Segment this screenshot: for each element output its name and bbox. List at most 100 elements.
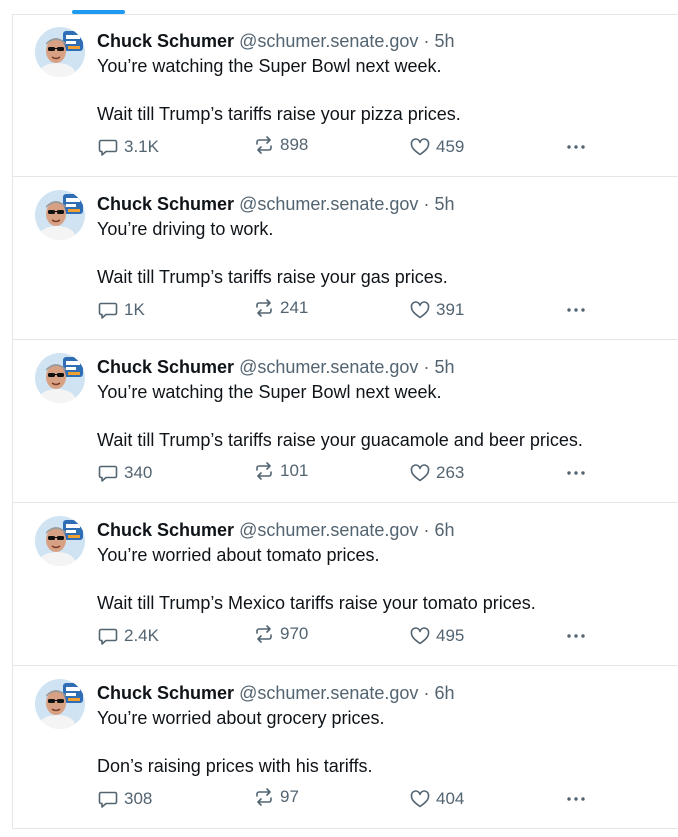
post-time[interactable]: 5h [434, 31, 454, 51]
repost-button[interactable]: 898 [253, 133, 308, 157]
reply-button[interactable]: 340 [97, 461, 152, 485]
reply-count: 2.4K [124, 626, 159, 645]
more-icon [565, 299, 592, 321]
like-count: 459 [436, 137, 465, 156]
repost-icon [253, 786, 280, 808]
heart-icon [409, 462, 436, 484]
author-name[interactable]: Chuck Schumer [97, 31, 234, 51]
more-icon [565, 462, 592, 484]
post-text-line: Wait till Trump’s tariffs raise your piz… [97, 104, 461, 124]
post-text-line: Wait till Trump’s Mexico tariffs raise y… [97, 593, 536, 613]
heart-icon [409, 299, 436, 321]
more-button[interactable] [565, 624, 592, 648]
post-actions: 308 97 404 [13, 787, 678, 811]
like-button[interactable]: 459 [409, 135, 464, 159]
post[interactable]: Chuck Schumer @schumer.senate.gov · 5h Y… [12, 14, 678, 177]
more-icon [565, 136, 592, 158]
reply-count: 3.1K [124, 137, 159, 156]
post[interactable]: Chuck Schumer @schumer.senate.gov · 5h Y… [12, 340, 678, 503]
post-text-line: Don’s raising prices with his tariffs. [97, 756, 373, 776]
separator-dot: · [423, 194, 430, 214]
repost-icon [253, 460, 280, 482]
post-text-line: Wait till Trump’s tariffs raise your gas… [97, 267, 448, 287]
reply-icon [97, 788, 124, 810]
post-time[interactable]: 6h [434, 683, 454, 703]
author-name[interactable]: Chuck Schumer [97, 520, 234, 540]
repost-icon [253, 297, 280, 319]
author-handle[interactable]: @schumer.senate.gov [239, 683, 418, 703]
post-header: Chuck Schumer @schumer.senate.gov · 6h [97, 519, 455, 541]
like-count: 391 [436, 300, 465, 319]
like-count: 404 [436, 789, 465, 808]
avatar[interactable] [35, 27, 85, 77]
post[interactable]: Chuck Schumer @schumer.senate.gov · 6h Y… [12, 666, 678, 829]
author-name[interactable]: Chuck Schumer [97, 194, 234, 214]
reply-button[interactable]: 1K [97, 298, 145, 322]
reply-icon [97, 136, 124, 158]
repost-icon [253, 134, 280, 156]
more-button[interactable] [565, 298, 592, 322]
post[interactable]: Chuck Schumer @schumer.senate.gov · 6h Y… [12, 503, 678, 666]
more-icon [565, 788, 592, 810]
like-button[interactable]: 495 [409, 624, 464, 648]
separator-dot: · [423, 683, 430, 703]
repost-count: 101 [280, 461, 309, 480]
like-count: 263 [436, 463, 465, 482]
like-count: 495 [436, 626, 465, 645]
reply-icon [97, 625, 124, 647]
repost-icon [253, 623, 280, 645]
repost-count: 97 [280, 787, 299, 806]
more-button[interactable] [565, 135, 592, 159]
post-text-line: You’re driving to work. [97, 219, 274, 239]
repost-count: 241 [280, 298, 309, 317]
heart-icon [409, 788, 436, 810]
author-name[interactable]: Chuck Schumer [97, 683, 234, 703]
post-time[interactable]: 6h [434, 520, 454, 540]
heart-icon [409, 136, 436, 158]
post-actions: 340 101 263 [13, 461, 678, 485]
repost-button[interactable]: 241 [253, 296, 308, 320]
like-button[interactable]: 391 [409, 298, 464, 322]
avatar[interactable] [35, 190, 85, 240]
reply-count: 340 [124, 463, 153, 482]
more-button[interactable] [565, 787, 592, 811]
post-actions: 1K 241 391 [13, 298, 678, 322]
repost-count: 898 [280, 135, 309, 154]
more-icon [565, 625, 592, 647]
post-actions: 3.1K 898 459 [13, 135, 678, 159]
post-header: Chuck Schumer @schumer.senate.gov · 5h [97, 30, 455, 52]
post-actions: 2.4K 970 495 [13, 624, 678, 648]
more-button[interactable] [565, 461, 592, 485]
post-header: Chuck Schumer @schumer.senate.gov · 6h [97, 682, 455, 704]
author-handle[interactable]: @schumer.senate.gov [239, 357, 418, 377]
avatar[interactable] [35, 679, 85, 729]
author-handle[interactable]: @schumer.senate.gov [239, 194, 418, 214]
author-name[interactable]: Chuck Schumer [97, 357, 234, 377]
repost-button[interactable]: 970 [253, 622, 308, 646]
post-header: Chuck Schumer @schumer.senate.gov · 5h [97, 193, 455, 215]
post-text-line: You’re worried about tomato prices. [97, 545, 380, 565]
author-handle[interactable]: @schumer.senate.gov [239, 520, 418, 540]
post-text-line: You’re watching the Super Bowl next week… [97, 56, 442, 76]
post-header: Chuck Schumer @schumer.senate.gov · 5h [97, 356, 455, 378]
reply-count: 1K [124, 300, 145, 319]
repost-count: 970 [280, 624, 309, 643]
reply-count: 308 [124, 789, 153, 808]
like-button[interactable]: 263 [409, 461, 464, 485]
reply-button[interactable]: 3.1K [97, 135, 159, 159]
reply-icon [97, 462, 124, 484]
post-time[interactable]: 5h [434, 357, 454, 377]
post[interactable]: Chuck Schumer @schumer.senate.gov · 5h Y… [12, 177, 678, 340]
avatar[interactable] [35, 516, 85, 566]
repost-button[interactable]: 101 [253, 459, 308, 483]
avatar[interactable] [35, 353, 85, 403]
like-button[interactable]: 404 [409, 787, 464, 811]
post-time[interactable]: 5h [434, 194, 454, 214]
reply-button[interactable]: 308 [97, 787, 152, 811]
separator-dot: · [423, 31, 430, 51]
repost-button[interactable]: 97 [253, 785, 299, 809]
post-text-line: Wait till Trump’s tariffs raise your gua… [97, 430, 583, 450]
reply-button[interactable]: 2.4K [97, 624, 159, 648]
author-handle[interactable]: @schumer.senate.gov [239, 31, 418, 51]
post-text-line: You’re watching the Super Bowl next week… [97, 382, 442, 402]
